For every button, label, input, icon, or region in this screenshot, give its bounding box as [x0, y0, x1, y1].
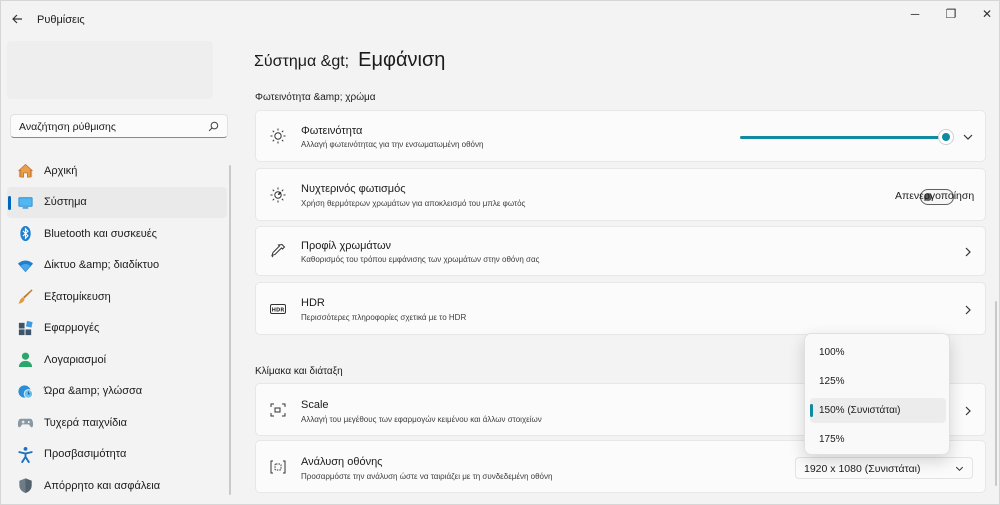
system-icon: [18, 196, 33, 209]
scale-option-125[interactable]: 125%: [810, 369, 946, 394]
search-box[interactable]: [10, 114, 228, 138]
sidebar-item-personalization[interactable]: Εξατομίκευση: [7, 281, 227, 313]
breadcrumb: Σύστημα &gt; Εμφάνιση: [254, 49, 445, 72]
scale-title: Scale: [301, 399, 329, 411]
sidebar-item-accounts[interactable]: Λογαριασμοί: [7, 344, 227, 376]
user-profile-card[interactable]: [7, 41, 213, 99]
sidebar-item-label: Προσβασιμότητα: [44, 448, 127, 461]
main-scrollbar[interactable]: [995, 301, 997, 486]
color-profile-subtitle: Καθορισμός του τρόπου εμφάνισης των χρωμ…: [301, 255, 540, 264]
sidebar-item-label: Σύστημα: [44, 196, 87, 209]
resolution-icon: [270, 460, 286, 474]
chevron-right-icon[interactable]: [961, 303, 975, 317]
brightness-slider-track[interactable]: [740, 136, 946, 139]
maximize-button[interactable]: ❐: [933, 3, 969, 25]
hdr-subtitle: Περισσότερες πληροφορίες σχετικά με το H…: [301, 313, 467, 322]
sidebar-item-gaming[interactable]: Τυχερά παιχνίδια: [7, 407, 227, 439]
scale-option-150[interactable]: 150% (Συνιστάται): [810, 398, 946, 423]
sidebar-item-home[interactable]: Αρχική: [7, 155, 227, 187]
sidebar-item-bluetooth[interactable]: Bluetooth και συσκευές: [7, 218, 227, 250]
svg-text:HDR: HDR: [272, 307, 285, 313]
app-title: Ρυθμίσεις: [37, 14, 85, 26]
scale-option-label: 175%: [819, 434, 845, 445]
close-icon: ✕: [981, 7, 993, 21]
chevron-right-icon[interactable]: [961, 245, 975, 259]
resolution-subtitle: Προσαρμόστε την ανάλυση ώστε να ταιριάζε…: [301, 472, 553, 481]
sidebar-item-privacy[interactable]: Απόρρητο και ασφάλεια: [7, 470, 227, 502]
minimize-button[interactable]: ─: [897, 3, 933, 25]
scale-dropdown-menu: 100% 125% 150% (Συνιστάται) 175%: [804, 333, 950, 455]
sidebar-item-label: Απόρρητο και ασφάλεια: [44, 479, 161, 492]
night-light-sun-icon: [270, 187, 286, 203]
night-light-toggle-label: Απενεργοποίηση: [895, 190, 975, 202]
hdr-title: HDR: [301, 297, 325, 309]
scale-option-label: 150% (Συνιστάται): [819, 405, 901, 416]
sidebar-item-label: Αρχική: [44, 164, 78, 177]
wifi-icon: [17, 260, 34, 272]
close-button[interactable]: ✕: [969, 3, 1000, 25]
sidebar-item-label: Bluetooth και συσκευές: [44, 227, 157, 240]
search-input[interactable]: [19, 119, 199, 134]
sidebar-item-accessibility[interactable]: Προσβασιμότητα: [7, 439, 227, 471]
home-icon: [17, 163, 34, 178]
sidebar-nav: Αρχική Σύστημα Bluetooth και συσκευές Δί…: [7, 155, 227, 502]
back-arrow-icon: [12, 14, 22, 24]
sidebar-item-label: Τυχερά παιχνίδια: [44, 416, 128, 429]
night-light-card[interactable]: Νυχτερινός φωτισμός Χρήση θερμότερων χρω…: [255, 168, 986, 221]
sidebar-item-apps[interactable]: Εφαρμογές: [7, 313, 227, 345]
brush-icon: [18, 289, 33, 304]
maximize-icon: ❐: [945, 7, 957, 21]
night-light-title: Νυχτερινός φωτισμός: [301, 183, 406, 195]
sidebar-item-label: Λογαριασμοί: [44, 353, 107, 366]
page-title: Εμφάνιση: [358, 49, 446, 71]
resolution-title: Ανάλυση οθόνης: [301, 456, 383, 468]
apps-icon: [18, 320, 33, 335]
night-light-subtitle: Χρήση θερμότερων χρωμάτων για αποκλεισμό…: [301, 199, 526, 208]
scale-option-100[interactable]: 100%: [810, 340, 946, 365]
sidebar-item-label: Εφαρμογές: [44, 322, 100, 335]
accessibility-icon: [18, 446, 33, 463]
color-profile-title: Προφίλ χρωμάτων: [301, 240, 392, 252]
eyedropper-icon: [271, 243, 286, 258]
color-profile-card[interactable]: Προφίλ χρωμάτων Καθορισμός του τρόπου εμ…: [255, 226, 986, 276]
scale-subtitle: Αλλαγή του μεγέθους των εφαρμογών κειμέν…: [301, 415, 542, 424]
globe-clock-icon: [18, 384, 33, 398]
title-bar: Ρυθμίσεις ─ ❐ ✕: [1, 1, 1000, 39]
chevron-right-icon[interactable]: [961, 404, 975, 418]
sidebar-scrollbar[interactable]: [229, 165, 231, 495]
scale-icon: [270, 403, 286, 417]
sidebar-item-system[interactable]: Σύστημα: [7, 186, 227, 218]
resolution-select[interactable]: 1920 x 1080 (Συνιστάται): [795, 457, 973, 479]
brightness-card[interactable]: Φωτεινότητα Αλλαγή φωτεινότητας για την …: [255, 110, 986, 162]
account-icon: [18, 352, 33, 368]
sidebar-item-network[interactable]: Δίκτυο &amp; διαδίκτυο: [7, 250, 227, 282]
section-title-brightness-color: Φωτεινότητα &amp; χρώμα: [255, 92, 376, 103]
settings-window: Ρυθμίσεις ─ ❐ ✕ Αρχική Σύστημα Bluetooth…: [0, 0, 1000, 505]
chevron-down-icon: [955, 466, 964, 472]
chevron-down-icon[interactable]: [961, 130, 975, 144]
hdr-card[interactable]: HDR HDR Περισσότερες πληροφορίες σχετικά…: [255, 282, 986, 335]
scale-option-label: 125%: [819, 376, 845, 387]
sidebar-item-label: Ώρα &amp; γλώσσα: [44, 385, 143, 398]
resolution-value: 1920 x 1080 (Συνιστάται): [804, 463, 921, 475]
sidebar-item-time-language[interactable]: Ώρα &amp; γλώσσα: [7, 376, 227, 408]
shield-icon: [19, 478, 32, 494]
brightness-title: Φωτεινότητα: [301, 125, 363, 137]
search-icon: [208, 121, 219, 132]
sidebar-item-label: Δίκτυο &amp; διαδίκτυο: [44, 259, 160, 272]
minimize-icon: ─: [910, 7, 920, 21]
hdr-icon: HDR: [270, 304, 286, 314]
back-button[interactable]: [7, 9, 27, 29]
gamepad-icon: [17, 418, 34, 428]
brightness-subtitle: Αλλαγή φωτεινότητας για την ενσωματωμένη…: [301, 140, 484, 149]
section-title-scale-layout: Κλίμακα και διάταξη: [255, 366, 343, 377]
sun-icon: [270, 128, 286, 144]
bluetooth-icon: [20, 225, 31, 242]
scale-option-175[interactable]: 175%: [810, 427, 946, 452]
sidebar-item-label: Εξατομίκευση: [44, 290, 111, 303]
scale-option-label: 100%: [819, 347, 845, 358]
brightness-slider-thumb[interactable]: [938, 129, 954, 145]
breadcrumb-parent[interactable]: Σύστημα &gt;: [254, 53, 349, 71]
